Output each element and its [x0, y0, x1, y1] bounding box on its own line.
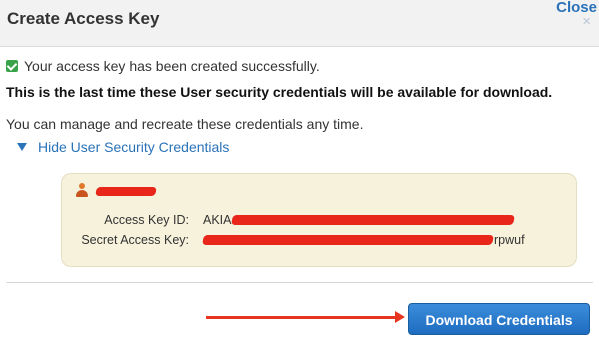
redacted-username: [95, 186, 157, 196]
redacted-secret-key: [202, 235, 494, 245]
secret-key-label: Secret Access Key:: [81, 233, 189, 247]
user-row: [76, 183, 157, 197]
manage-text: You can manage and recreate these creden…: [6, 116, 364, 132]
triangle-down-icon: [17, 143, 27, 151]
credentials-panel: Access Key ID: AKIA Secret Access Key: r…: [61, 173, 577, 267]
secret-key-value: rpwuf: [202, 233, 525, 247]
checkmark-icon: [6, 60, 18, 72]
access-key-label: Access Key ID:: [104, 213, 189, 227]
hide-credentials-label[interactable]: Hide User Security Credentials: [38, 139, 229, 155]
user-icon: [76, 183, 88, 197]
arrow-right-icon: [206, 311, 405, 323]
success-message: Your access key has been created success…: [6, 58, 320, 74]
access-key-prefix: AKIA: [203, 213, 232, 227]
redacted-access-key: [230, 215, 515, 225]
warning-text: This is the last time these User securit…: [6, 84, 553, 100]
download-credentials-button[interactable]: Download Credentials: [408, 303, 590, 335]
close-icon[interactable]: ×: [582, 13, 591, 30]
dialog-header: Create Access Key Close ×: [0, 0, 599, 47]
dialog-title: Create Access Key: [7, 9, 160, 28]
secret-key-suffix: rpwuf: [494, 233, 525, 247]
access-key-value: AKIA: [203, 213, 515, 227]
hide-credentials-link[interactable]: Hide User Security Credentials: [17, 139, 229, 155]
create-access-key-dialog: Create Access Key Close × Your access ke…: [0, 0, 599, 339]
footer-divider: [6, 282, 593, 283]
success-text: Your access key has been created success…: [24, 58, 320, 74]
